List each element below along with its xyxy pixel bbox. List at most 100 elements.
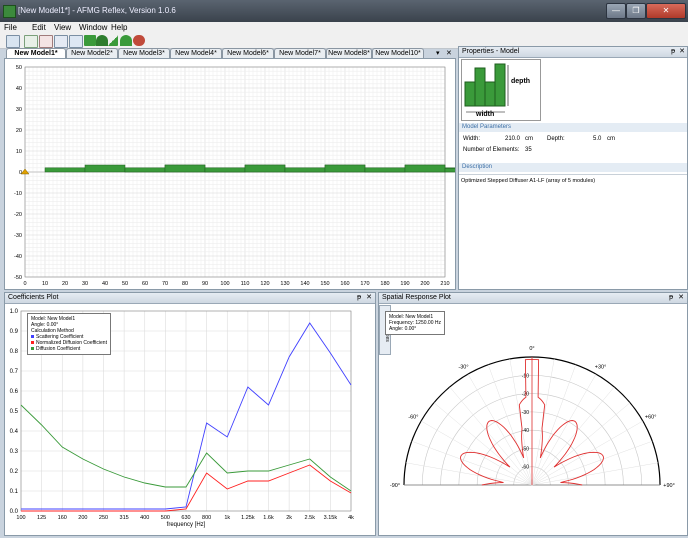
x-tick-label: 70 [162, 281, 168, 287]
x-tick-label: 400 [140, 515, 149, 521]
x-tick-label: 500 [161, 515, 170, 521]
x-tick-label: 30 [82, 281, 88, 287]
diffuser-element [284, 167, 326, 173]
polar-radius-label: -60 [522, 465, 529, 471]
x-tick-label: 170 [360, 281, 369, 287]
dome-icon[interactable] [96, 35, 108, 46]
minimize-button[interactable]: — [606, 3, 626, 19]
depth-param-label: Depth: [547, 136, 565, 142]
x-tick-label: 315 [120, 515, 129, 521]
y-tick-label: 10 [16, 149, 22, 155]
diffuser-element [324, 164, 366, 173]
y-tick-label: 0.3 [10, 449, 19, 455]
diffuser-icon[interactable] [84, 35, 96, 46]
menu-bar: File Edit View Window Help [0, 22, 688, 34]
y-tick-label: 0.6 [10, 389, 19, 395]
depth-param-value: 5.0 [593, 136, 602, 142]
depth-label: depth [511, 78, 530, 85]
diffuser-element [404, 164, 446, 173]
x-tick-label: 4k [348, 515, 354, 521]
model-canvas[interactable]: 50 40 30 20 100 -10 -20 -30 -40 -500 10 20 30 40 50 60 7… [5, 59, 455, 289]
spatial-freq-value: 1250.00 Hz [415, 320, 441, 326]
menu-help[interactable]: Help [111, 23, 127, 32]
menu-view[interactable]: View [54, 23, 71, 32]
x-tick-label: 150 [320, 281, 329, 287]
y-tick-label: 0.8 [10, 349, 19, 355]
person-icon[interactable] [133, 35, 145, 46]
x-tick-label: 200 [78, 515, 87, 521]
minimize-icon: — [612, 6, 620, 15]
polar-radius-label: -40 [522, 428, 529, 434]
x-tick-label: 130 [280, 281, 289, 287]
x-tick-label: 140 [300, 281, 309, 287]
new-model-icon[interactable] [24, 35, 38, 48]
coefficients-title: Coefficients Plot [8, 294, 59, 301]
legend-swatch-diffusion [31, 347, 34, 350]
x-tick-label: 50 [122, 281, 128, 287]
x-tick-label: 3.15k [324, 515, 338, 521]
close-window-button[interactable]: ✕ [646, 3, 686, 19]
description-text: Optimized Stepped Diffuser A1-LF (array … [461, 178, 596, 184]
y-tick-label: 0.7 [10, 369, 19, 375]
x-tick-label: 125 [37, 515, 46, 521]
polar-angle-label: +60° [645, 415, 657, 421]
properties-title: Properties - Model [462, 48, 520, 55]
polar-angle-label: +30° [595, 364, 607, 370]
diffuser-element [204, 167, 246, 173]
x-tick-label: 1k [224, 515, 230, 521]
y-tick-label: -30 [14, 233, 22, 239]
polar-radius-label: -30 [522, 410, 529, 416]
wedge-icon[interactable] [108, 35, 118, 46]
tab-list-icon[interactable]: ▾ [436, 49, 440, 57]
width-label: width [475, 111, 494, 118]
half-circle-icon[interactable] [120, 35, 132, 46]
diffuser-element [124, 167, 166, 173]
model-view-panel: 50 40 30 20 10 0 -10 -20 -30 -40 -50 0 10 20 30 40 50 60 7… [4, 58, 456, 290]
x-tick-label: 1.25k [241, 515, 255, 521]
pin-icon[interactable]: ᵽ [671, 47, 675, 57]
y-tick-label: 20 [16, 128, 22, 134]
x-tick-label: 10 [42, 281, 48, 287]
maximize-button[interactable]: ❐ [626, 3, 646, 19]
origin-marker [20, 168, 30, 175]
menu-file[interactable]: File [4, 23, 17, 32]
x-tick-label: 800 [202, 515, 211, 521]
coefficients-icon[interactable] [39, 35, 53, 48]
y-tick-label: -10 [14, 191, 22, 197]
x-tick-label: 40 [102, 281, 108, 287]
search-icon[interactable] [6, 35, 20, 48]
diffuser-element [84, 164, 126, 173]
elements-param-label: Number of Elements: [463, 147, 520, 153]
coefficients-legend: Model: New Model1 Angle: 0.00° Calculati… [27, 313, 111, 355]
description-header: Description [459, 163, 687, 172]
diffuser-element [44, 167, 86, 173]
x-tick-label: 80 [182, 281, 188, 287]
spatial-angle-value: 0.00° [404, 326, 417, 332]
diffuser-element [244, 164, 286, 173]
x-tick-label: 200 [420, 281, 429, 287]
pin-icon[interactable]: ᵽ [669, 293, 673, 303]
close-icon[interactable]: ✕ [678, 293, 684, 303]
monitor-icon[interactable] [69, 35, 83, 48]
close-icon[interactable]: ✕ [679, 47, 685, 57]
y-tick-label: -40 [14, 254, 22, 260]
spatial-panel: Spatial Response Plot ᵽ ✕ Properties -90… [378, 292, 688, 536]
close-tab-icon[interactable]: ✕ [446, 49, 452, 57]
y-tick-label: 1.0 [10, 309, 19, 315]
y-tick-label: 50 [16, 65, 22, 71]
width-param-label: Width: [463, 136, 481, 142]
pin-icon[interactable]: ᵽ [357, 293, 361, 303]
app-icon [3, 5, 16, 18]
close-icon[interactable]: ✕ [366, 293, 372, 303]
diffuser-element [444, 168, 455, 173]
polar-angle-label: -90° [390, 483, 400, 489]
elements-param-value: 35 [525, 147, 532, 153]
properties-panel: Properties - Model ᵽ ✕ depth width Model… [458, 46, 688, 290]
menu-edit[interactable]: Edit [32, 23, 46, 32]
chart-icon[interactable] [54, 35, 68, 48]
menu-window[interactable]: Window [79, 23, 107, 32]
coefficients-panel: Coefficients Plot ᵽ ✕ 0.0 0.1 0.2 0.3 0.4 0.5… [4, 292, 376, 536]
diffuser-element [364, 167, 406, 173]
x-tick-label: 120 [260, 281, 269, 287]
y-tick-label: 0.4 [10, 429, 19, 435]
